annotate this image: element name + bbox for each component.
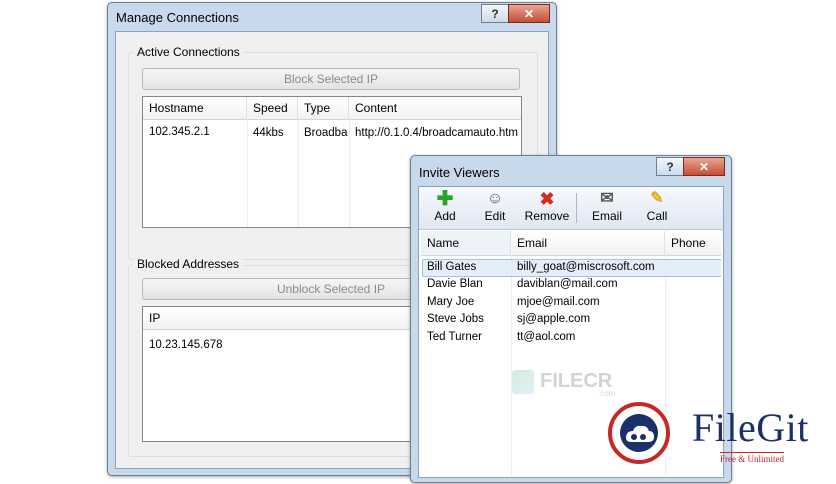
cell-hostname: 102.345.2.1	[149, 126, 210, 138]
add-button[interactable]: ✚ Add	[421, 189, 469, 227]
phone-icon: ✎	[650, 190, 664, 207]
cell-name: Davie Blan	[427, 278, 483, 290]
list-header: Name Email Phone	[421, 231, 721, 256]
close-button[interactable]: ✕	[683, 157, 725, 176]
edit-label: Edit	[484, 209, 506, 223]
window-title: Manage Connections	[116, 10, 239, 25]
edit-button[interactable]: ☺ Edit	[471, 189, 519, 227]
cell-email: billy_goat@miscrosoft.com	[517, 261, 655, 273]
column-email[interactable]: Email	[511, 231, 665, 255]
remove-x-icon: ✖	[539, 189, 555, 209]
column-name[interactable]: Name	[421, 231, 511, 255]
column-hostname[interactable]: Hostname	[143, 97, 247, 119]
add-label: Add	[434, 209, 456, 223]
call-button[interactable]: ✎ Call	[633, 189, 681, 227]
invite-viewers-titlebar[interactable]: Invite Viewers ? ✕	[411, 156, 731, 184]
cell-type: Broadba	[304, 127, 348, 139]
filecr-logo-icon	[512, 370, 534, 394]
close-button[interactable]: ✕	[508, 4, 550, 23]
filegit-wordmark: FileGit	[692, 405, 809, 450]
cell-speed: 44kbs	[253, 127, 284, 139]
column-phone[interactable]: Phone	[665, 231, 721, 255]
cell-name: Bill Gates	[427, 261, 477, 273]
list-header: Hostname Speed Type Content	[143, 97, 521, 120]
toolbar-separator	[576, 193, 577, 223]
active-connections-label: Active Connections	[133, 45, 244, 59]
help-button[interactable]: ?	[481, 4, 509, 23]
filegit-logo: FileGit Free & Unlimited	[608, 402, 834, 478]
remove-button[interactable]: ✖ Remove	[523, 189, 571, 227]
cell-email: mjoe@mail.com	[517, 296, 600, 308]
cell-email: daviblan@mail.com	[517, 278, 618, 290]
cell-name: Steve Jobs	[427, 313, 484, 325]
block-selected-ip-button[interactable]: Block Selected IP	[142, 68, 520, 90]
edit-user-icon: ☺	[486, 190, 504, 207]
manage-connections-titlebar[interactable]: Manage Connections ? ✕	[108, 3, 556, 31]
window-title: Invite Viewers	[419, 165, 500, 180]
email-button[interactable]: ✉ Email	[583, 189, 631, 227]
cell-name: Ted Turner	[427, 331, 482, 343]
blocked-addresses-label: Blocked Addresses	[133, 257, 244, 271]
filegit-circle-icon	[608, 402, 670, 464]
remove-label: Remove	[524, 209, 570, 223]
filegit-tagline: Free & Unlimited	[720, 452, 784, 464]
column-speed[interactable]: Speed	[247, 97, 298, 119]
invite-toolbar: ✚ Add ☺ Edit ✖ Remove ✉ Email ✎ Call	[419, 187, 723, 230]
help-button[interactable]: ?	[656, 157, 684, 176]
cell-ip: 10.23.145.678	[149, 339, 223, 351]
filecr-subtext: .com	[598, 389, 616, 398]
cell-email: sj@apple.com	[517, 313, 591, 325]
filecr-watermark: FILECR .com	[512, 368, 622, 400]
cell-content: http://0.1.0.4/broadcamauto.htm	[355, 127, 519, 139]
column-type[interactable]: Type	[298, 97, 349, 119]
plus-icon: ✚	[436, 188, 454, 210]
email-label: Email	[591, 209, 622, 223]
cell-name: Mary Joe	[427, 296, 475, 308]
email-icon: ✉	[600, 190, 614, 207]
cell-email: tt@aol.com	[517, 331, 576, 343]
call-label: Call	[646, 209, 668, 223]
column-content[interactable]: Content	[349, 97, 521, 119]
